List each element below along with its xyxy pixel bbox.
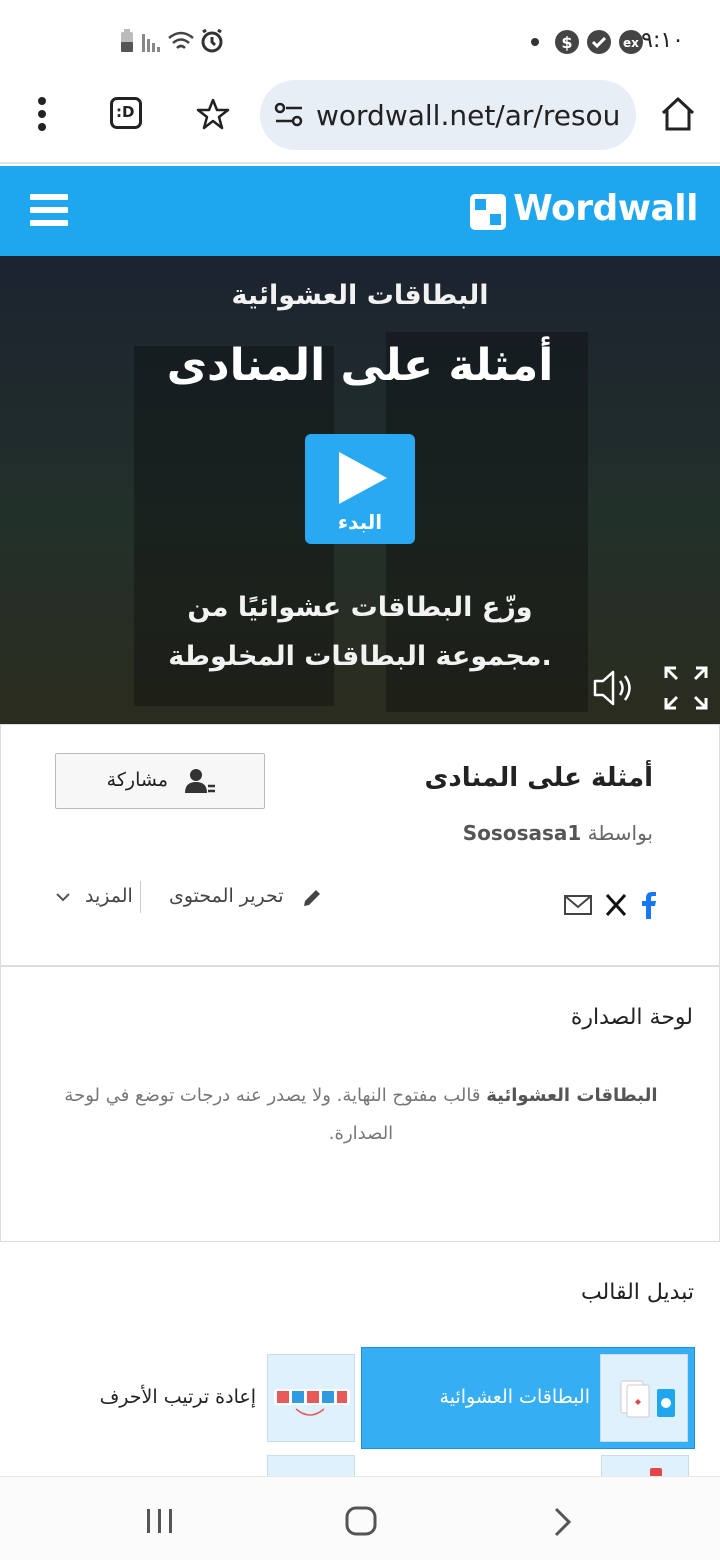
back-nav-icon[interactable] — [552, 1507, 574, 1537]
leaderboard-card: لوحة الصدارة البطاقات العشوائية قالب مفت… — [0, 966, 720, 1242]
more-label: المزيد — [85, 885, 133, 907]
facebook-icon[interactable] — [641, 891, 657, 919]
start-button[interactable]: البدء — [305, 434, 415, 544]
by-prefix: بواسطة — [587, 821, 653, 845]
activity-info-card: مشاركة أمثلة على المنادى بواسطة Sososasa… — [0, 724, 720, 966]
fullscreen-icon[interactable] — [664, 666, 708, 710]
pencil-icon — [304, 890, 320, 906]
action-divider — [140, 881, 141, 913]
x-twitter-icon[interactable] — [604, 893, 628, 917]
switch-template-title: تبديل القالب — [580, 1280, 694, 1305]
address-bar[interactable]: wordwall.net/ar/resou — [260, 80, 636, 150]
info-title: أمثلة على المنادى — [424, 763, 653, 793]
email-icon[interactable] — [563, 893, 593, 917]
leaderboard-title: لوحة الصدارة — [570, 1005, 693, 1030]
chevron-down-icon — [56, 893, 70, 902]
status-bar: $ ex ٩:١٠ — [0, 0, 720, 80]
more-vert-icon[interactable] — [30, 96, 54, 132]
star-icon[interactable] — [196, 98, 230, 130]
wifi-icon — [168, 31, 194, 49]
template-option-anagram[interactable] — [267, 1354, 355, 1442]
start-label: البدء — [337, 510, 383, 534]
dollar-icon: $ — [555, 30, 579, 54]
tab-switcher-icon[interactable]: :D — [110, 97, 142, 129]
more-menu[interactable]: المزيد — [85, 885, 133, 907]
template-label-random-cards: البطاقات العشوائية — [439, 1386, 590, 1408]
site-header: Wordwall — [0, 166, 720, 256]
status-right-icons: $ ex — [531, 30, 643, 54]
tab-switcher-label: :D — [116, 103, 135, 121]
author-line: بواسطة Sososasa1 — [463, 821, 653, 845]
edit-content-link[interactable]: تحرير المحتوى — [169, 885, 284, 907]
hamburger-icon[interactable] — [30, 192, 68, 228]
play-icon — [339, 452, 387, 504]
activity-title: أمثلة على المنادى — [166, 340, 554, 391]
edit-content-label: تحرير المحتوى — [169, 885, 284, 907]
activity-player: البطاقات العشوائية أمثلة على المنادى الب… — [0, 256, 720, 724]
template-label-anagram[interactable]: إعادة ترتيب الأحرف — [100, 1386, 256, 1408]
home-icon[interactable] — [660, 96, 696, 132]
system-nav-bar — [0, 1476, 720, 1560]
verified-icon — [587, 30, 611, 54]
svg-text:ex: ex — [623, 36, 639, 50]
leaderboard-message: البطاقات العشوائية قالب مفتوح النهاية. و… — [39, 1077, 683, 1153]
status-left-icons — [121, 28, 223, 53]
browser-toolbar: :D wordwall.net/ar/resou — [0, 80, 720, 164]
author-link[interactable]: Sososasa1 — [463, 821, 582, 845]
logo-wordmark[interactable]: Wordwall — [513, 188, 698, 229]
alarm-icon — [201, 28, 223, 53]
random-cards-thumbnail — [600, 1354, 688, 1442]
description-line-1: وزّع البطاقات عشوائيًا من — [187, 592, 533, 623]
battery-icon — [121, 29, 133, 52]
anagram-icon — [274, 1389, 350, 1416]
svg-text:$: $ — [561, 33, 572, 52]
url-text: wordwall.net/ar/resou — [316, 99, 621, 132]
share-button[interactable]: مشاركة — [55, 753, 265, 809]
dot-icon — [531, 38, 539, 46]
signal-icon — [142, 34, 160, 52]
clock-time: ٩:١٠ — [641, 28, 684, 53]
users-icon — [185, 769, 215, 793]
volume-icon[interactable] — [592, 668, 638, 708]
template-name: البطاقات العشوائية — [231, 280, 489, 311]
leaderboard-text: قالب مفتوح النهاية. ولا يصدر عنه درجات ت… — [64, 1085, 487, 1144]
ex-icon: ex — [619, 30, 643, 54]
cards-icon — [620, 1380, 675, 1418]
template-option-random-cards[interactable]: البطاقات العشوائية — [361, 1347, 695, 1449]
leaderboard-template-name: البطاقات العشوائية — [486, 1085, 658, 1106]
home-nav-icon[interactable] — [344, 1505, 378, 1537]
site-settings-icon[interactable] — [274, 102, 304, 128]
logo-mark-icon[interactable] — [470, 194, 506, 234]
share-label: مشاركة — [106, 769, 168, 791]
recent-apps-icon[interactable] — [144, 1507, 176, 1535]
